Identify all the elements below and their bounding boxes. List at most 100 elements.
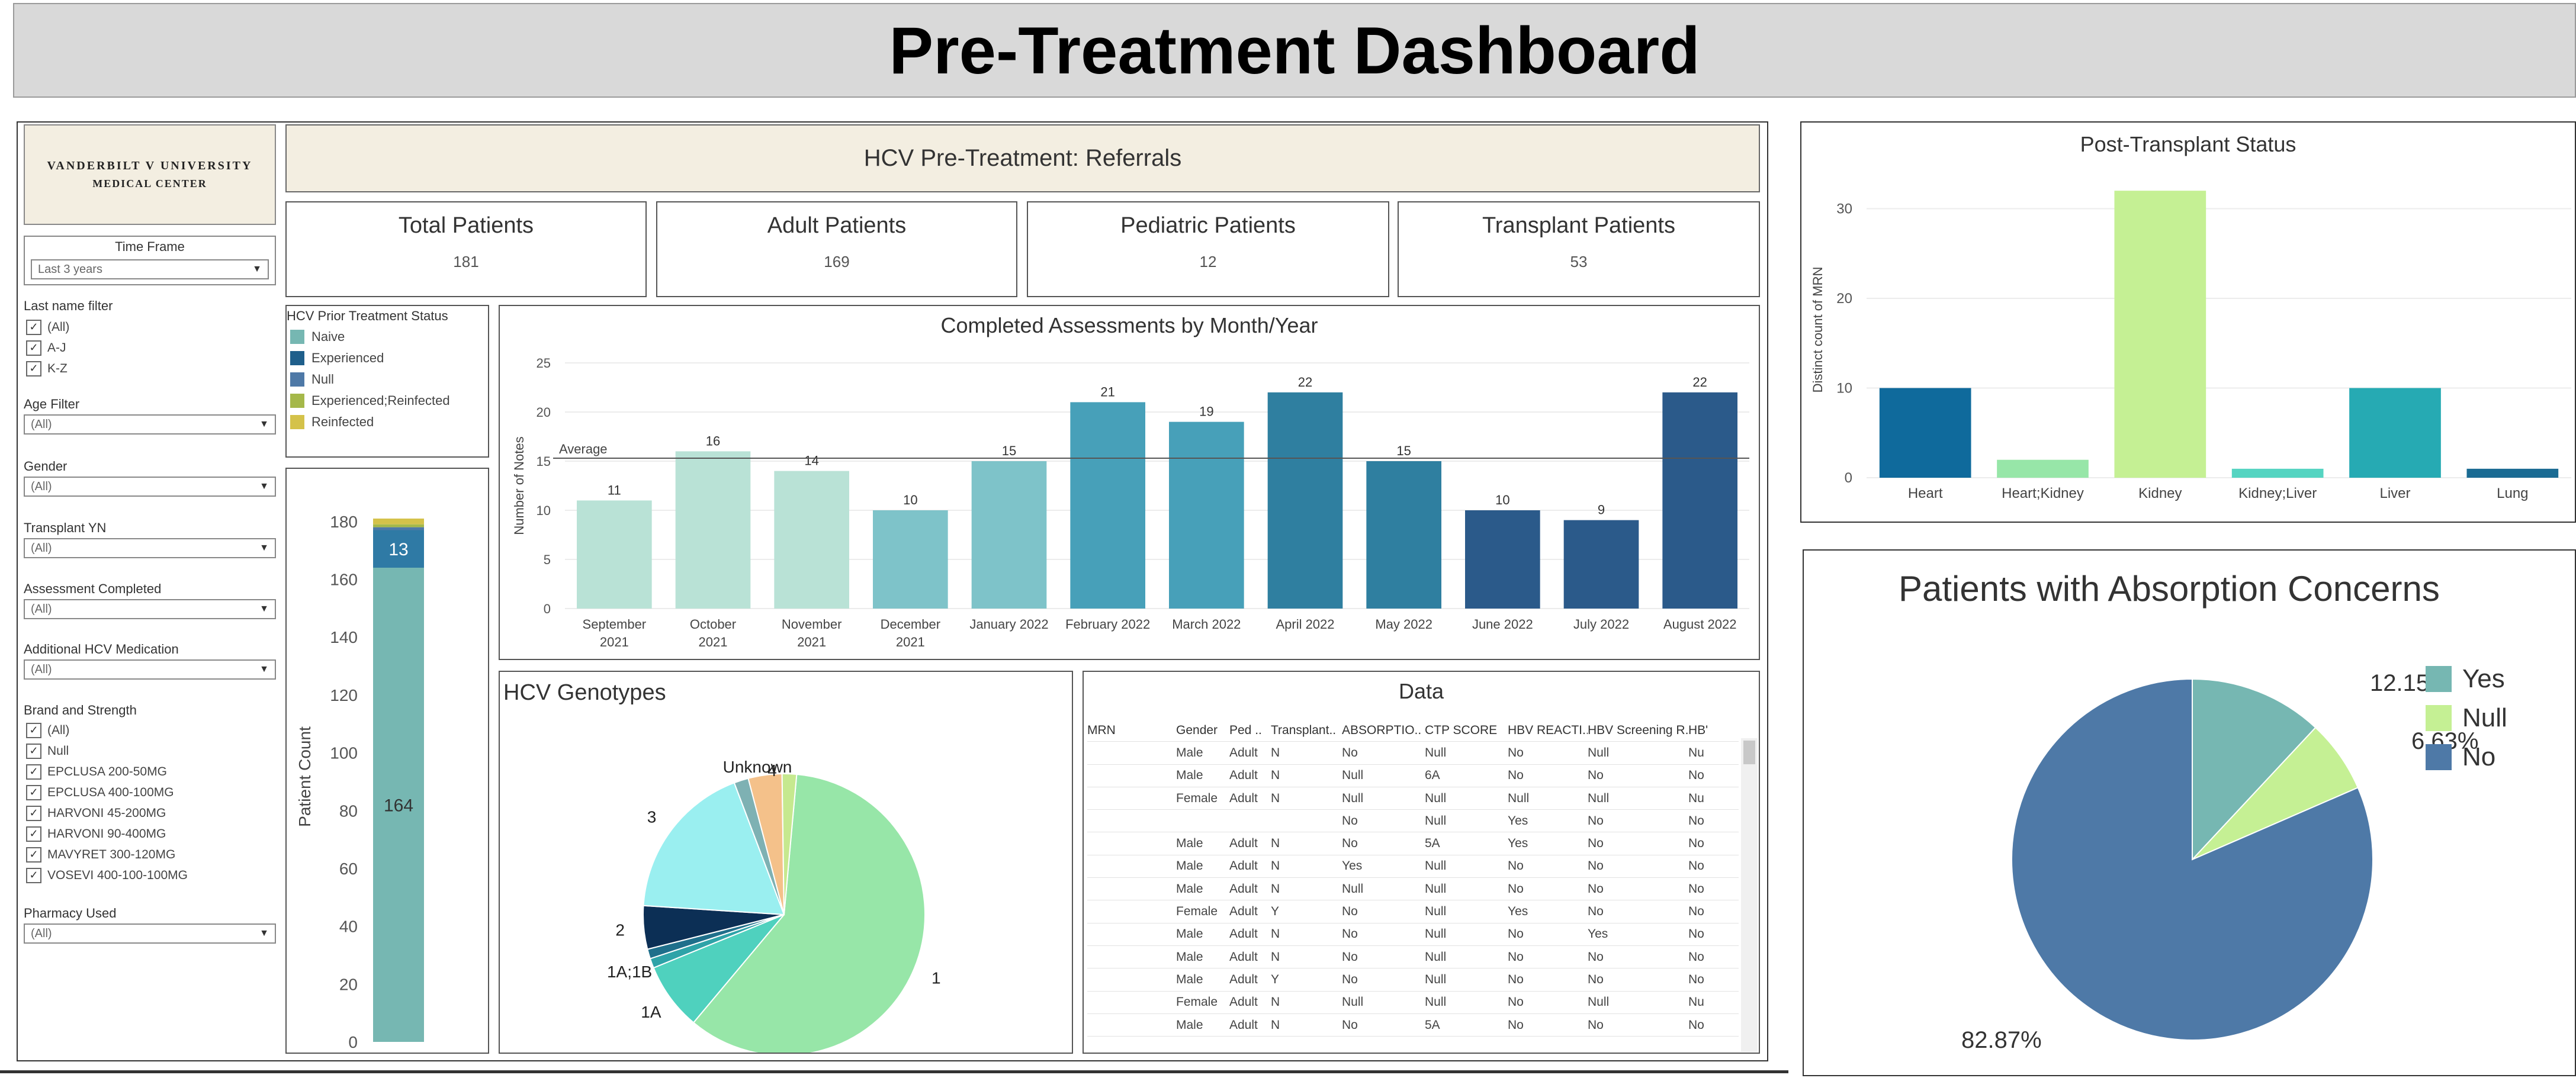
table-cell: Null	[1425, 881, 1447, 896]
column-header[interactable]: Ped ..	[1229, 723, 1271, 738]
table-cell: Null	[1425, 745, 1447, 760]
checkbox-all[interactable]: ✓ (All)	[26, 317, 69, 337]
table-row[interactable]: Female Adult N Null Null Null Null Nu	[1087, 787, 1739, 810]
additional-med-filter-select[interactable]: (All) ▼	[24, 659, 276, 680]
gender-filter-select[interactable]: (All) ▼	[24, 477, 276, 497]
column-header[interactable]: HB'	[1688, 723, 1718, 738]
column-header[interactable]: ABSORPTIO..	[1342, 723, 1425, 738]
transplant-filter-select[interactable]: (All) ▼	[24, 538, 276, 558]
legend-label: Null	[2462, 703, 2507, 732]
table-row[interactable]: Male Adult N No Null No Null Nu	[1087, 742, 1739, 765]
check-icon: ✓	[26, 319, 41, 335]
checkbox-label: EPCLUSA 200-50MG	[47, 764, 167, 778]
column-header[interactable]: HBV Screening R..	[1588, 723, 1688, 738]
genotypes-panel: HCV Genotypes 1 1A 1A;1B 2 3 4 Unknown	[499, 671, 1073, 1056]
pharmacy-filter-label: Pharmacy Used	[24, 906, 117, 921]
table-cell: Null	[1425, 813, 1447, 828]
y-tick-label: 0	[348, 1033, 358, 1051]
checkbox-brand[interactable]: ✓ HARVONI 45-200MG	[26, 803, 188, 823]
column-header[interactable]: Transplant..	[1271, 723, 1342, 738]
absorption-panel: Patients with Absorption Concerns 12.15%…	[1803, 549, 2576, 1076]
table-row[interactable]: Male Adult N No 5A Yes No No	[1087, 832, 1739, 855]
table-cell: Adult	[1229, 881, 1258, 896]
column-header[interactable]: CTP SCORE	[1425, 723, 1508, 738]
table-cell: Adult	[1229, 1018, 1258, 1032]
table-cell: No	[1508, 995, 1524, 1009]
table-cell: Male	[1176, 768, 1203, 783]
checkbox-brand[interactable]: ✓ (All)	[26, 720, 188, 741]
stack-segment	[373, 524, 424, 527]
table-cell: Null	[1425, 859, 1447, 873]
time-frame-select[interactable]: Last 3 years ▼	[31, 259, 269, 279]
table-cell: No	[1688, 768, 1704, 783]
table-cell: Null	[1425, 791, 1447, 805]
checkbox-brand[interactable]: ✓ EPCLUSA 400-100MG	[26, 782, 188, 803]
y-tick-label: 20	[537, 405, 551, 420]
bar	[1879, 388, 1971, 478]
table-row[interactable]: Female Adult Y No Null Yes No No	[1087, 900, 1739, 923]
table-row[interactable]: Male Adult N No Null No No No	[1087, 946, 1739, 969]
checkbox-label: Null	[47, 744, 69, 758]
checkbox-a-j[interactable]: ✓ A-J	[26, 337, 69, 358]
chevron-down-icon: ▼	[259, 604, 269, 614]
checkbox-label: A-J	[47, 340, 66, 355]
table-row[interactable]: Male Adult Y No Null No No No	[1087, 968, 1739, 992]
x-tick-label: February 2022	[1065, 617, 1150, 632]
table-row[interactable]: Male Adult N Null 6A No No No	[1087, 765, 1739, 787]
table-scrollbar[interactable]	[1741, 738, 1758, 1052]
chevron-down-icon: ▼	[259, 928, 269, 938]
column-header[interactable]: MRN	[1087, 723, 1176, 738]
x-tick-label: 2021	[699, 635, 728, 649]
legend-item[interactable]: Experienced;Reinfected	[290, 390, 488, 411]
column-header[interactable]: HBV REACTI..	[1508, 723, 1588, 738]
bar	[1662, 392, 1737, 609]
table-cell: Null	[1425, 950, 1447, 964]
assessment-filter-select[interactable]: (All) ▼	[24, 599, 276, 619]
table-cell: No	[1688, 859, 1704, 873]
column-header[interactable]: Gender	[1176, 723, 1229, 738]
checkbox-brand[interactable]: ✓ VOSEVI 400-100-100MG	[26, 865, 188, 886]
checkbox-k-z[interactable]: ✓ K-Z	[26, 358, 69, 379]
checkbox-brand[interactable]: ✓ Null	[26, 741, 188, 761]
additional-med-filter-value: (All)	[31, 662, 52, 676]
table-row[interactable]: No Null Yes No No	[1087, 810, 1739, 833]
kpi-title: Transplant Patients	[1482, 213, 1675, 238]
age-filter-select[interactable]: (All) ▼	[24, 414, 276, 435]
table-cell: Male	[1176, 859, 1203, 873]
table-row[interactable]: Male Adult N Yes Null No No No	[1087, 855, 1739, 879]
vumc-logo: VANDERBILT V UNIVERSITY MEDICAL CENTER	[24, 124, 276, 225]
checkbox-brand[interactable]: ✓ MAVYRET 300-120MG	[26, 844, 188, 865]
last-name-filter: ✓ (All) ✓ A-J ✓ K-Z	[26, 317, 69, 379]
table-cell: No	[1342, 927, 1358, 941]
data-label: 19	[1199, 404, 1213, 419]
legend-item[interactable]: Experienced	[290, 347, 488, 369]
checkbox-brand[interactable]: ✓ HARVONI 90-400MG	[26, 823, 188, 844]
table-cell: No	[1688, 927, 1704, 941]
y-axis-label: Number of Notes	[512, 436, 526, 535]
x-tick-label: December	[881, 617, 940, 632]
table-row[interactable]: Male Adult N Null Null No No No	[1087, 878, 1739, 901]
legend-item[interactable]: Naive	[290, 326, 488, 347]
table-row[interactable]: Male Adult N No 5A No No No	[1087, 1014, 1739, 1037]
table-row[interactable]: Male Adult N No Null No Yes No	[1087, 923, 1739, 946]
checkbox-brand[interactable]: ✓ EPCLUSA 200-50MG	[26, 761, 188, 782]
table-cell: No	[1508, 950, 1524, 964]
y-tick-label: 10	[537, 503, 551, 518]
y-tick-label: 120	[330, 686, 358, 704]
table-cell: Female	[1176, 995, 1218, 1009]
transplant-filter-label: Transplant YN	[24, 520, 107, 535]
bar	[577, 500, 652, 609]
table-cell: Male	[1176, 972, 1203, 986]
data-label: 21	[1100, 384, 1114, 399]
legend-item[interactable]: Reinfected	[290, 411, 488, 433]
data-label: 10	[1495, 493, 1509, 507]
table-row[interactable]: Female Adult N Null Null No Null Nu	[1087, 992, 1739, 1014]
bar	[675, 451, 751, 609]
legend-item[interactable]: Null	[290, 369, 488, 390]
slice-label: 1A;1B	[607, 963, 652, 981]
time-frame-filter: Time Frame Last 3 years ▼	[24, 236, 276, 285]
scrollbar-thumb[interactable]	[1743, 741, 1755, 764]
pharmacy-filter-select[interactable]: (All) ▼	[24, 923, 276, 944]
assessment-filter-value: (All)	[31, 602, 52, 616]
table-cell: Female	[1176, 905, 1218, 919]
